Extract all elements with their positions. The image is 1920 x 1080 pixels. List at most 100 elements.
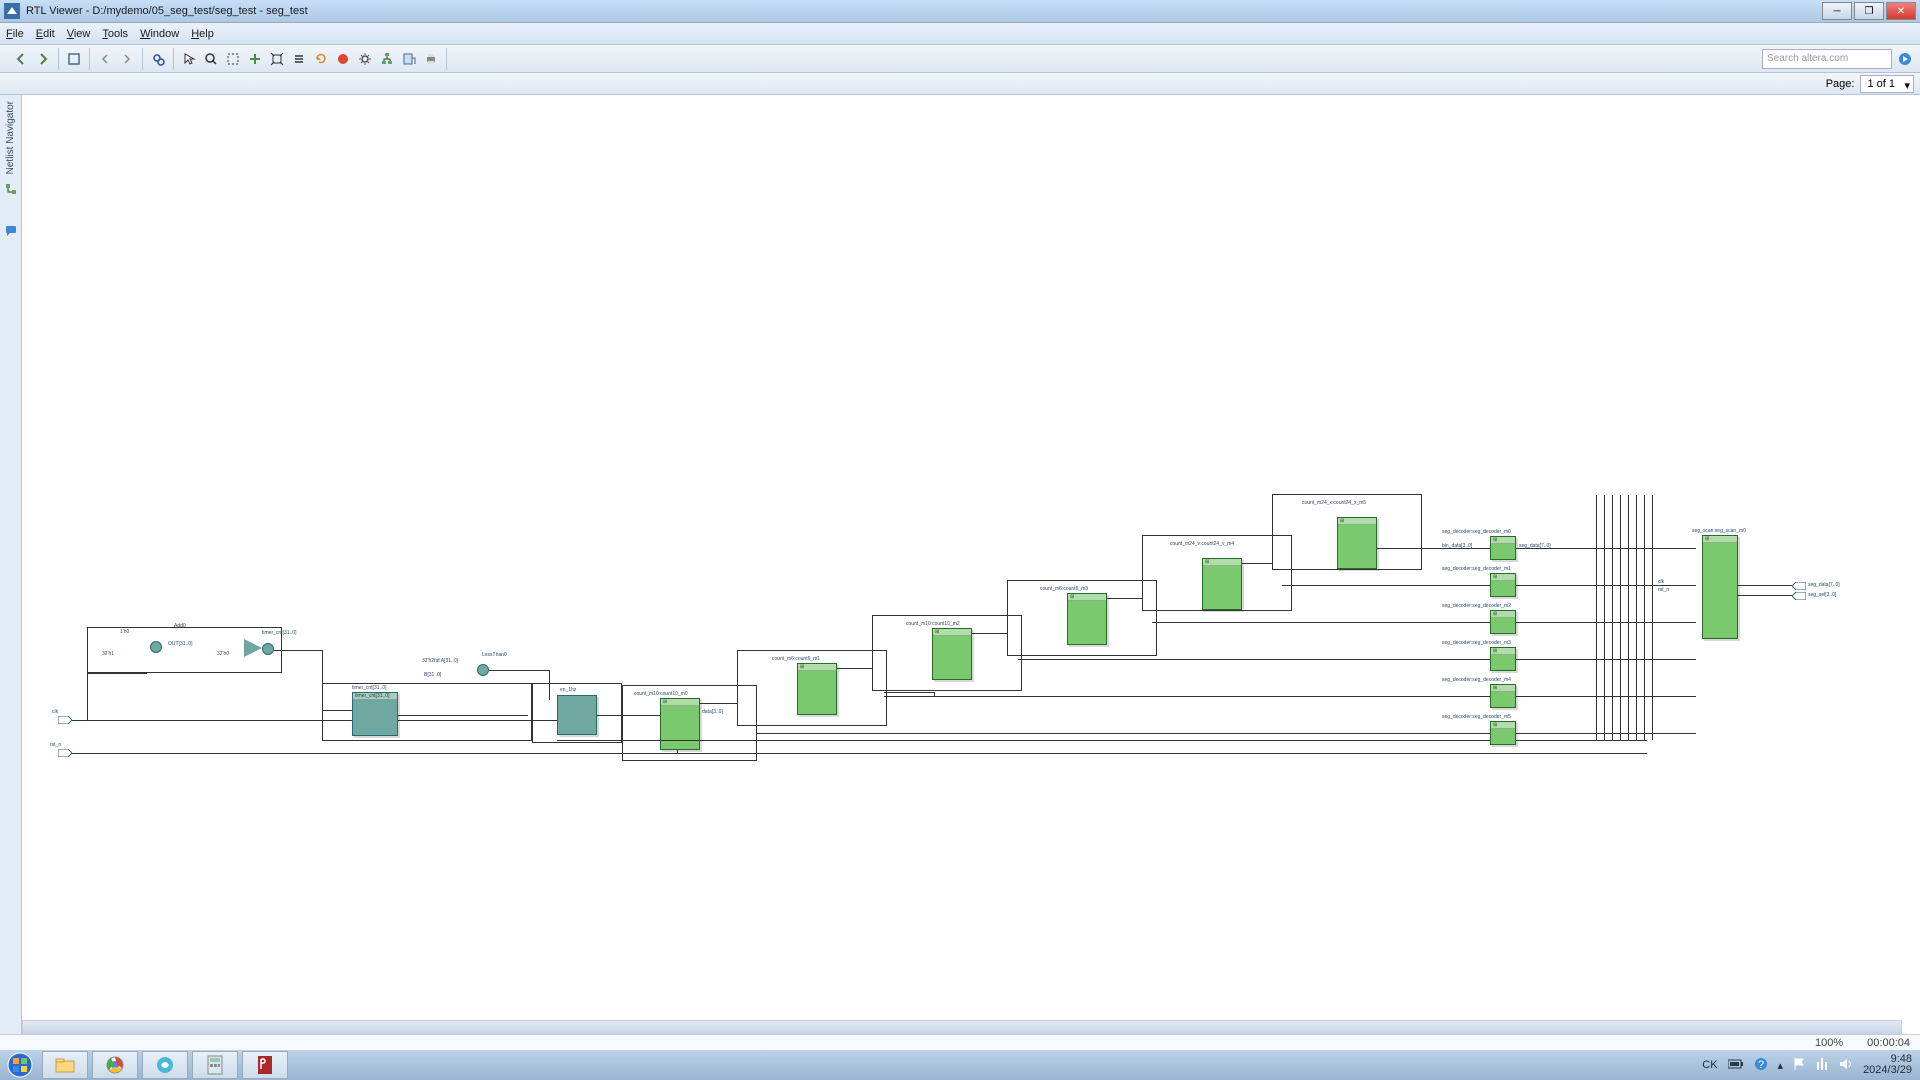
dec0-label: seg_decoder:seg_decoder_m0	[1442, 529, 1511, 535]
tray-battery-icon[interactable]	[1728, 1059, 1744, 1072]
page-select[interactable]: 1 of 1 ▾	[1860, 75, 1914, 93]
taskbar-chrome[interactable]	[92, 1051, 138, 1079]
seg-sel-label: seg_sel[3..0]	[1808, 592, 1836, 598]
netlist-navigator-label[interactable]: Netlist Navigator	[5, 101, 16, 174]
seg-data-label: seg_data[7..0]	[1808, 582, 1840, 588]
lbl-out: OUT[31..0]	[168, 641, 192, 647]
block-dec3[interactable]: ⊞	[1490, 647, 1516, 671]
port-clk	[58, 716, 68, 722]
block-dec2[interactable]: ⊞	[1490, 610, 1516, 634]
page-toolbar: Page: 1 of 1 ▾	[0, 73, 1920, 95]
group-cnt1	[737, 650, 887, 726]
group-cnt2	[872, 615, 1022, 691]
title-bar: RTL Viewer - D:/mydemo/05_seg_test/seg_t…	[0, 0, 1920, 23]
dec2-label: seg_decoder:seg_decoder_m2	[1442, 603, 1511, 609]
dec3-label: seg_decoder:seg_decoder_m3	[1442, 640, 1511, 646]
nav-next-icon[interactable]	[118, 50, 136, 68]
minimize-button[interactable]: ─	[1822, 2, 1852, 20]
menu-window[interactable]: Window	[140, 28, 179, 40]
search-go-icon[interactable]	[1896, 50, 1914, 68]
forward-icon[interactable]	[34, 50, 52, 68]
menu-help[interactable]: Help	[191, 28, 214, 40]
group-cnt4	[1142, 535, 1292, 611]
block-dec4[interactable]: ⊞	[1490, 684, 1516, 708]
add0-label: Add0	[174, 623, 186, 629]
block-scan[interactable]: ⊞	[1702, 535, 1738, 639]
back-icon[interactable]	[12, 50, 30, 68]
settings-icon[interactable]	[356, 50, 374, 68]
svg-text:?: ?	[1757, 1059, 1763, 1071]
port-rstn	[58, 749, 68, 755]
fit-icon[interactable]	[268, 50, 286, 68]
taskbar-explorer[interactable]	[42, 1051, 88, 1079]
block-dec0[interactable]: ⊞	[1490, 536, 1516, 560]
menu-edit[interactable]: Edit	[36, 28, 55, 40]
schematic-canvas[interactable]: clk rst_n 1'h0 32'h1 OUT[31..0] 32'h0 Ad…	[22, 95, 1920, 1040]
dec5-label: seg_decoder:seg_decoder_m5	[1442, 714, 1511, 720]
dec1-label: seg_decoder:seg_decoder_m1	[1442, 566, 1511, 572]
taskbar-app1[interactable]	[142, 1051, 188, 1079]
group-box-reg	[322, 683, 532, 741]
zoom-area-icon[interactable]	[224, 50, 242, 68]
group-cnt5	[1272, 494, 1422, 570]
block-dec1[interactable]: ⊞	[1490, 573, 1516, 597]
select-icon[interactable]	[180, 50, 198, 68]
taskbar-pdf[interactable]	[242, 1051, 288, 1079]
highlight-icon[interactable]	[334, 50, 352, 68]
window-title: RTL Viewer - D:/mydemo/05_seg_test/seg_t…	[26, 5, 1822, 17]
taskbar-calculator[interactable]	[192, 1051, 238, 1079]
start-button[interactable]	[0, 1050, 40, 1080]
list-icon[interactable]	[290, 50, 308, 68]
tray-flag-icon[interactable]	[1793, 1057, 1805, 1074]
status-zoom: 100%	[1815, 1037, 1843, 1049]
close-button[interactable]: ✕	[1886, 2, 1916, 20]
port-clk-label: clk	[52, 709, 58, 715]
nav-prev-icon[interactable]	[96, 50, 114, 68]
refresh-icon[interactable]	[312, 50, 330, 68]
rail-tree-icon[interactable]	[4, 182, 18, 196]
find-icon[interactable]	[149, 50, 167, 68]
system-tray: CK ? ▴ 9:48 2024/3/29	[1694, 1054, 1920, 1076]
ime-indicator[interactable]: CK	[1702, 1059, 1717, 1071]
maximize-button[interactable]: ❐	[1854, 2, 1884, 20]
timer-cnt-label: timer_cnt[31..0]	[262, 630, 296, 636]
tray-help-icon[interactable]: ?	[1754, 1057, 1768, 1074]
rail-chat-icon[interactable]	[4, 224, 18, 238]
export-icon[interactable]	[400, 50, 418, 68]
search-input[interactable]: Search altera.com	[1762, 49, 1892, 69]
dec4-label: seg_decoder:seg_decoder_m4	[1442, 677, 1511, 683]
tray-volume-icon[interactable]	[1839, 1058, 1853, 1073]
tray-up-icon[interactable]: ▴	[1778, 1059, 1784, 1072]
group-cnt3	[1007, 580, 1157, 656]
print-icon[interactable]	[422, 50, 440, 68]
group-box-en1hz	[532, 683, 622, 743]
left-rail: Netlist Navigator	[0, 95, 22, 1040]
port-seg-data	[1792, 582, 1802, 588]
lbl-b: B[31..0]	[424, 672, 441, 678]
menu-file[interactable]: File	[6, 28, 24, 40]
lbl-const: 32'h2faf A[31..0]	[422, 658, 458, 664]
horizontal-scrollbar[interactable]	[22, 1020, 1902, 1034]
tray-network-icon[interactable]	[1815, 1058, 1829, 1073]
menu-tools[interactable]: Tools	[102, 28, 128, 40]
lessthan-label: LessThan0	[482, 652, 507, 658]
zoom-icon[interactable]	[202, 50, 220, 68]
menu-view[interactable]: View	[67, 28, 91, 40]
port-rstn-label: rst_n	[50, 742, 61, 748]
tray-clock[interactable]: 9:48 2024/3/29	[1863, 1054, 1912, 1076]
taskbar: CK ? ▴ 9:48 2024/3/29	[0, 1050, 1920, 1080]
lbl-h1: 32'h1	[102, 651, 114, 657]
page-label: Page:	[1826, 78, 1855, 90]
buffer-out-node	[262, 643, 274, 655]
new-window-icon[interactable]	[65, 50, 83, 68]
pan-icon[interactable]	[246, 50, 264, 68]
port-seg-sel	[1792, 592, 1802, 598]
mux-circle-0	[150, 641, 162, 653]
status-time: 00:00:04	[1867, 1037, 1910, 1049]
status-bar: 100% 00:00:04	[0, 1034, 1920, 1050]
hierarchy-icon[interactable]	[378, 50, 396, 68]
block-dec5[interactable]: ⊞	[1490, 721, 1516, 745]
toolbar: Search altera.com	[0, 45, 1920, 73]
scan-label: seg_scan:seg_scan_m0	[1692, 528, 1746, 534]
lessthan-node	[477, 664, 489, 676]
